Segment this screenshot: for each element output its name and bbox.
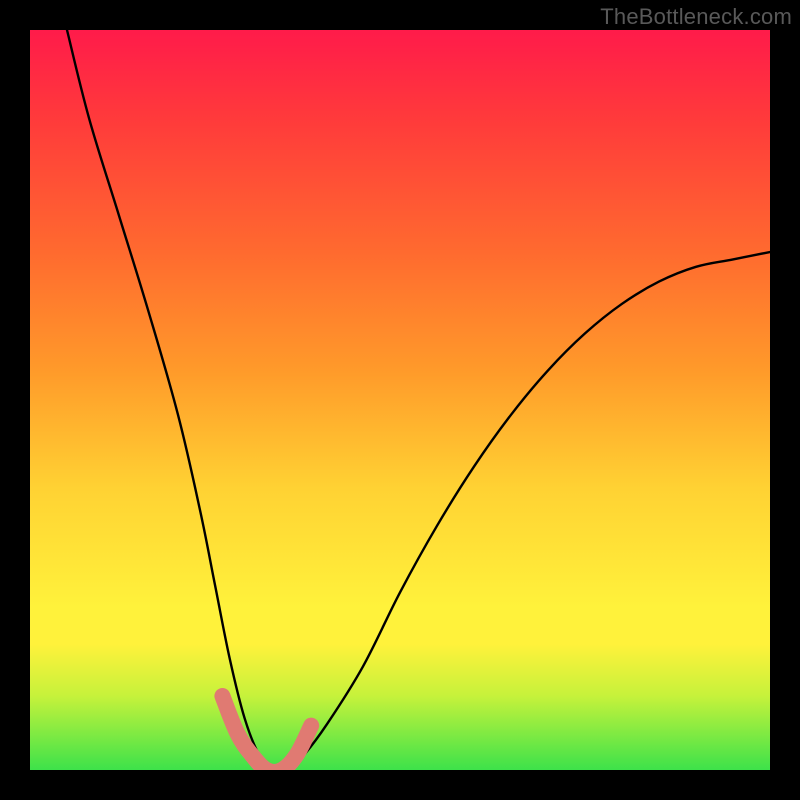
watermark-text: TheBottleneck.com <box>600 4 792 30</box>
bottleneck-highlight <box>222 696 311 770</box>
chart-frame: TheBottleneck.com <box>0 0 800 800</box>
plot-area <box>30 30 770 770</box>
bottleneck-curve <box>67 30 770 770</box>
chart-svg <box>30 30 770 770</box>
